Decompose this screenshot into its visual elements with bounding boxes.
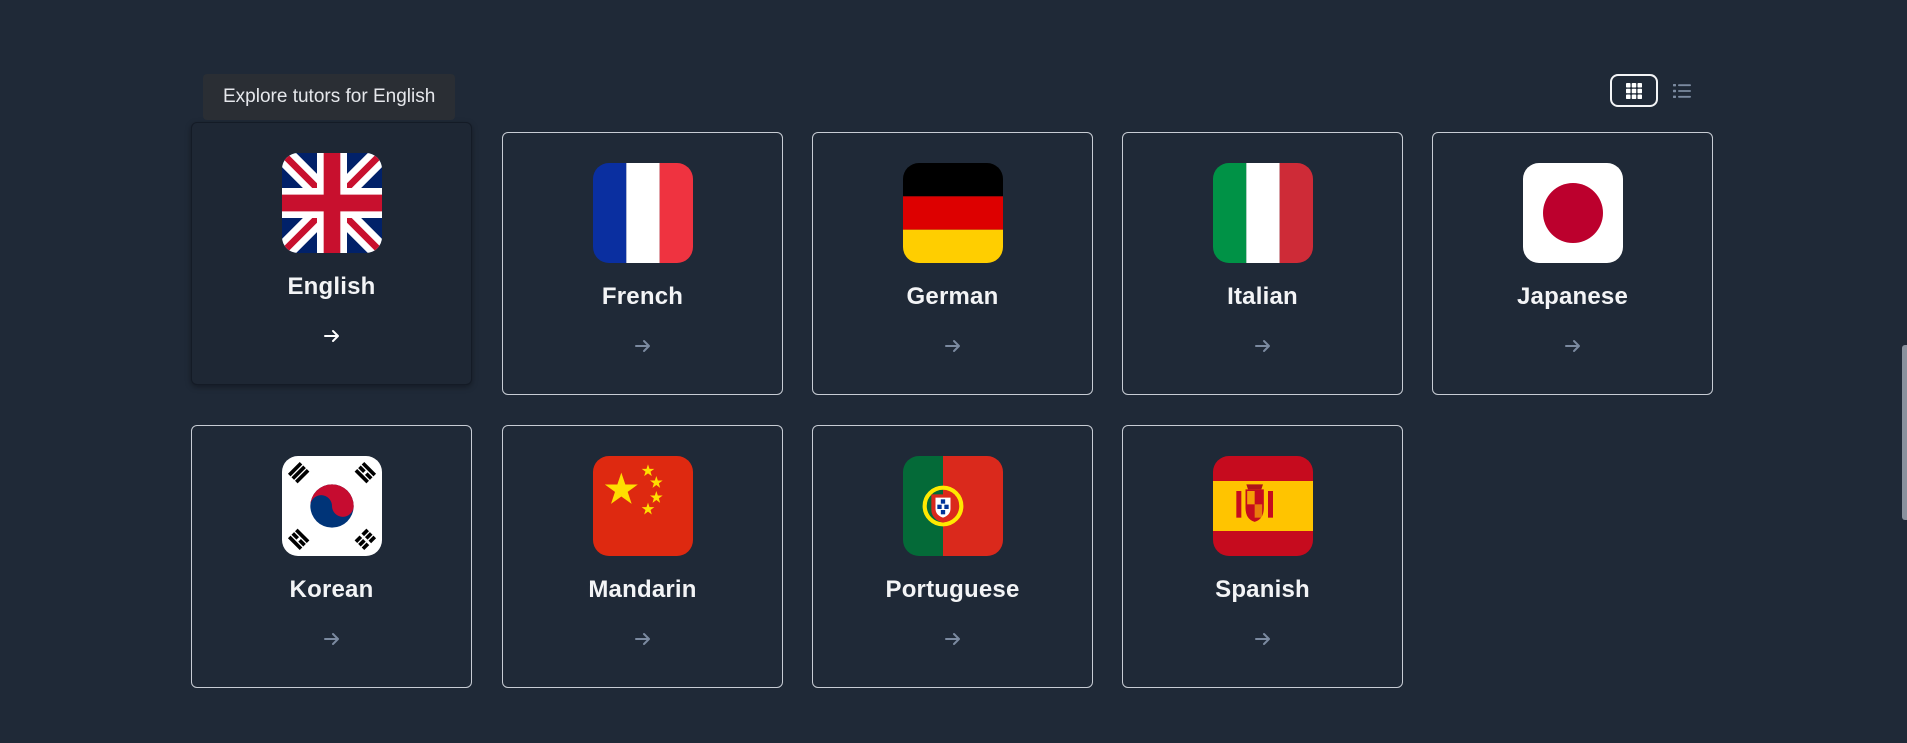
france-flag-icon bbox=[592, 163, 693, 263]
list-icon bbox=[1672, 82, 1692, 100]
language-name: Portuguese bbox=[885, 576, 1020, 603]
language-name: English bbox=[287, 273, 376, 300]
language-card-spanish[interactable]: Spanish bbox=[1122, 425, 1403, 688]
language-card-french[interactable]: French bbox=[502, 132, 783, 395]
germany-flag-icon bbox=[902, 163, 1003, 263]
language-card-german[interactable]: German bbox=[812, 132, 1093, 395]
language-name: Mandarin bbox=[588, 576, 697, 603]
language-card-korean[interactable]: Korean bbox=[191, 425, 472, 688]
language-card-mandarin[interactable]: Mandarin bbox=[502, 425, 783, 688]
grid-view-button[interactable] bbox=[1610, 74, 1658, 107]
language-name: French bbox=[601, 283, 684, 310]
arrow-right-icon bbox=[323, 630, 341, 648]
language-card-portuguese[interactable]: Portuguese bbox=[812, 425, 1093, 688]
south-korea-flag-icon bbox=[281, 456, 382, 556]
arrow-right-icon bbox=[323, 327, 341, 345]
language-card-english[interactable]: English bbox=[191, 122, 472, 385]
page-scrollbar[interactable] bbox=[1902, 345, 1907, 520]
arrow-right-icon bbox=[944, 630, 962, 648]
portugal-flag-icon bbox=[902, 456, 1003, 556]
language-card-japanese[interactable]: Japanese bbox=[1432, 132, 1713, 395]
arrow-right-icon bbox=[944, 337, 962, 355]
china-flag-icon bbox=[592, 456, 693, 556]
tooltip: Explore tutors for English bbox=[203, 74, 456, 120]
view-toggle bbox=[1610, 74, 1692, 107]
language-name: Italian bbox=[1227, 283, 1298, 310]
language-name: Spanish bbox=[1215, 576, 1310, 603]
language-name: Korean bbox=[289, 576, 374, 603]
arrow-right-icon bbox=[634, 337, 652, 355]
arrow-right-icon bbox=[1254, 337, 1272, 355]
list-view-button[interactable] bbox=[1672, 74, 1692, 107]
italy-flag-icon bbox=[1212, 163, 1313, 263]
language-name: German bbox=[906, 283, 999, 310]
spain-flag-icon bbox=[1212, 456, 1313, 556]
arrow-right-icon bbox=[1564, 337, 1582, 355]
uk-flag-icon bbox=[281, 153, 382, 253]
arrow-right-icon bbox=[634, 630, 652, 648]
arrow-right-icon bbox=[1254, 630, 1272, 648]
language-name: Japanese bbox=[1516, 283, 1628, 310]
language-card-italian[interactable]: Italian bbox=[1122, 132, 1403, 395]
grid-icon bbox=[1625, 82, 1643, 100]
japan-flag-icon bbox=[1522, 163, 1623, 263]
